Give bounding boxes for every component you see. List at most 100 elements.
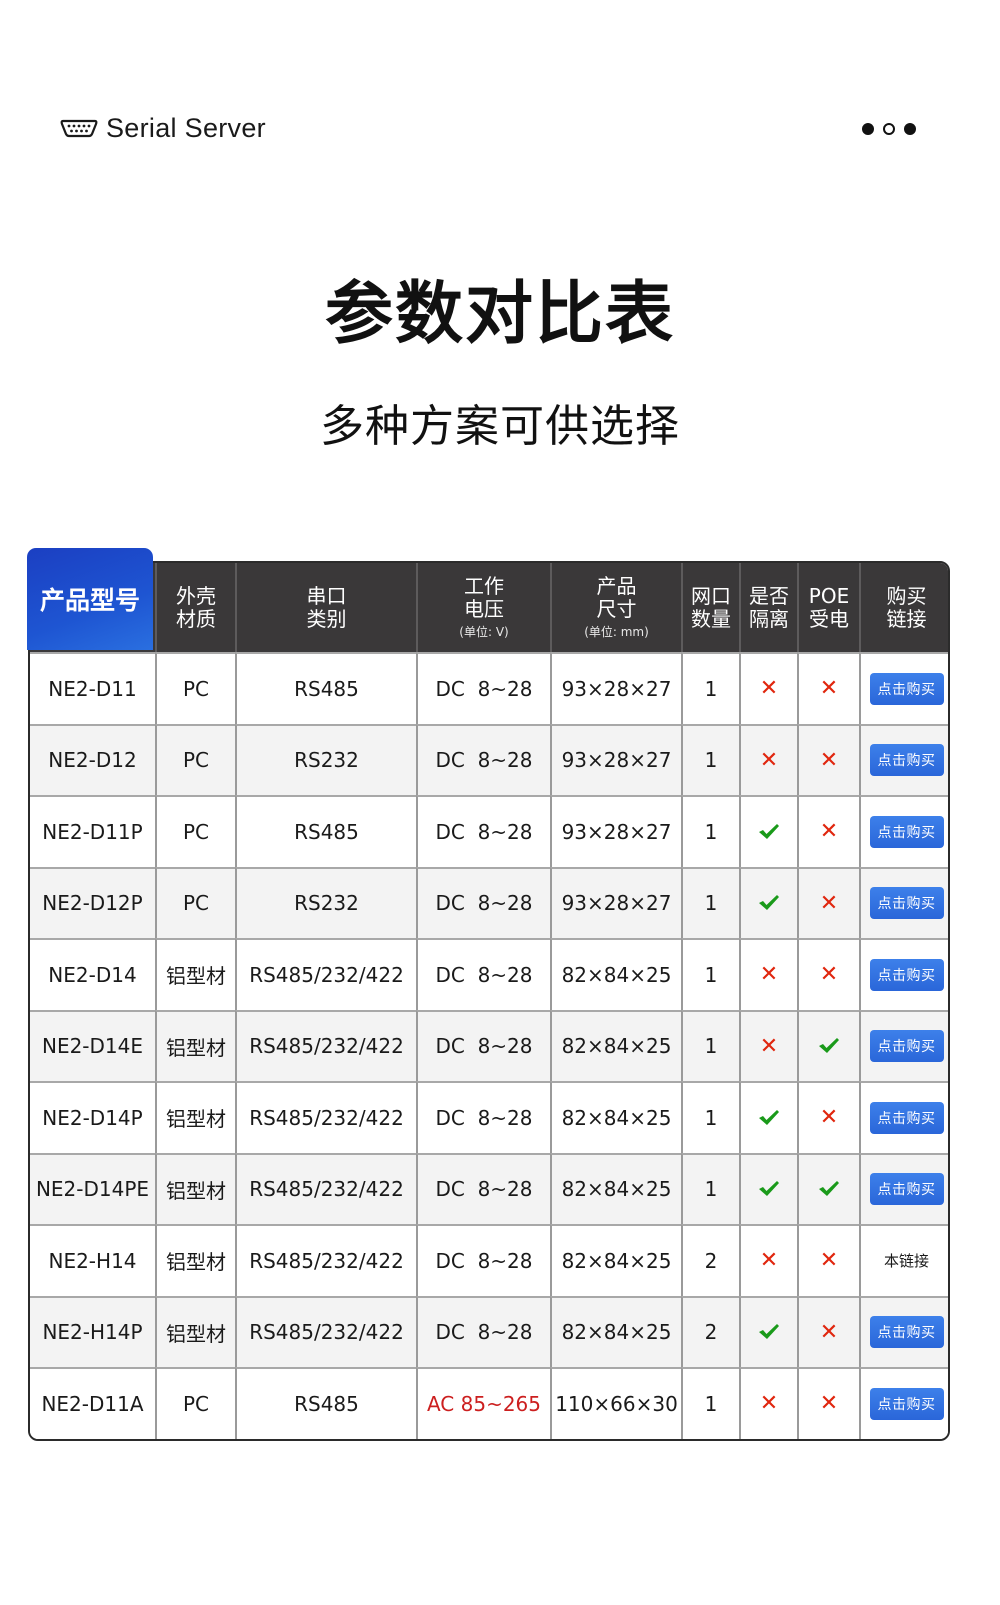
cell-shell: PC <box>155 866 235 938</box>
cell-text: 1 <box>704 748 718 773</box>
buy-button[interactable]: 点击购买 <box>869 1173 944 1206</box>
cell-text: RS485/232/422 <box>249 1320 404 1345</box>
header-poe: POE 受电 <box>797 563 859 652</box>
cross-icon: ✕ <box>759 747 779 773</box>
cell-text: NE2-H14 <box>48 1248 137 1273</box>
cell-size: 110×66×30 <box>550 1367 681 1439</box>
buy-button[interactable]: 点击购买 <box>869 1030 944 1063</box>
cell-buy: 点击购买 <box>859 1009 948 1081</box>
cell-shell: 铝型材 <box>155 1152 235 1224</box>
brand-title: Serial Server <box>106 112 266 143</box>
cell-text: 93×28×27 <box>561 819 672 844</box>
cell-text: 82×84×25 <box>561 962 672 987</box>
cell-ports: 1 <box>681 795 739 867</box>
cell-model: NE2-D14PE <box>30 1152 155 1225</box>
cell-ports: 1 <box>681 1009 739 1081</box>
cell-size: 82×84×25 <box>550 1295 681 1367</box>
buy-button[interactable]: 点击购买 <box>869 1387 944 1420</box>
page-subtitle: 多种方案可供选择 <box>320 401 680 452</box>
cell-text: 铝型材 <box>166 1321 226 1346</box>
cell-buy: 点击购买 <box>859 1367 948 1439</box>
cell-shell: PC <box>155 652 235 724</box>
cell-text: RS485/232/422 <box>249 962 404 987</box>
cell-model: NE2-D12 <box>30 723 155 796</box>
cell-serial: RS485/232/422 <box>235 1081 416 1153</box>
cross-icon: ✕ <box>759 1248 779 1274</box>
table-row: NE2-H14P 铝型材 RS485/232/422 DC 8~28 82×84×25 2… <box>30 1295 948 1367</box>
cell-size: 93×28×27 <box>550 795 681 867</box>
cell-poe: ✕ <box>797 795 859 867</box>
cell-text: DC 8~28 <box>435 1034 533 1059</box>
cell-shell: 铝型材 <box>155 1295 235 1367</box>
cross-icon: ✕ <box>759 1391 779 1417</box>
check-icon <box>759 1181 779 1197</box>
cell-ports: 1 <box>681 1081 739 1153</box>
header-voltage: 工作 电压 (单位: V) <box>416 563 550 652</box>
cross-icon: ✕ <box>819 1391 839 1417</box>
brand-header: Serial Server <box>60 108 266 148</box>
cell-model: NE2-D11P <box>30 795 155 867</box>
cell-text: 铝型材 <box>166 964 226 989</box>
cell-text: NE2-D14PE <box>35 1177 150 1202</box>
table-row: NE2-D12 PC RS232 DC 8~28 93×28×27 1 ✕ ✕ 点击购买 <box>30 723 948 796</box>
cell-isolated <box>739 1081 797 1153</box>
cell-text: 2 <box>704 1248 718 1273</box>
cell-isolated: ✕ <box>739 1367 797 1439</box>
table-row: NE2-D11A PC RS485 AC 85~265 110×66×30 1 ✕ ✕ 点击购买 <box>30 1367 948 1439</box>
check-icon <box>759 895 779 911</box>
cell-text: RS485/232/422 <box>249 1248 404 1273</box>
buy-button[interactable]: 点击购买 <box>869 1316 944 1349</box>
cell-poe: ✕ <box>797 723 859 795</box>
header-label: 产品 <box>596 574 637 598</box>
cell-text: 93×28×27 <box>561 748 672 773</box>
cell-text: NE2-D11A <box>41 1391 144 1416</box>
cell-text: 铝型材 <box>166 1178 226 1203</box>
cell-poe: ✕ <box>797 938 859 1010</box>
pagination-dots-icon <box>862 123 916 135</box>
cell-text: RS485/232/422 <box>249 1034 404 1059</box>
header-label: 电压 <box>464 597 504 621</box>
cross-icon: ✕ <box>819 676 839 702</box>
buy-button[interactable]: 点击购买 <box>869 672 944 705</box>
buy-button[interactable]: 点击购买 <box>869 815 944 848</box>
cell-text: 1 <box>704 676 718 701</box>
cell-text: DC 8~28 <box>435 1105 533 1130</box>
cell-poe: ✕ <box>797 866 859 938</box>
cell-isolated <box>739 1152 797 1224</box>
cell-poe <box>797 1009 859 1081</box>
dot-hollow-icon <box>883 123 895 135</box>
buy-button[interactable]: 点击购买 <box>869 744 944 777</box>
cell-text: RS232 <box>294 748 359 773</box>
cell-text: PC <box>182 819 210 844</box>
cell-serial: RS485/232/422 <box>235 938 416 1010</box>
cell-model: NE2-D14E <box>30 1009 155 1082</box>
cross-icon: ✕ <box>819 747 839 773</box>
cell-text: 铝型材 <box>166 1107 226 1132</box>
buy-button[interactable]: 点击购买 <box>869 1101 944 1134</box>
cell-poe: ✕ <box>797 652 859 724</box>
cell-text: NE2-D12P <box>42 891 143 916</box>
cell-shell: 铝型材 <box>155 1081 235 1153</box>
header-unit: (单位: mm) <box>584 625 649 639</box>
comparison-table: 外壳 材质 串口 类别 工作 电压 (单位: V) 产品 尺寸 (单位: mm) 网口 数量 是否 隔离 P… <box>27 548 950 1441</box>
cell-size: 82×84×25 <box>550 1009 681 1081</box>
header-label: 串口 <box>306 583 347 608</box>
cell-shell: PC <box>155 723 235 795</box>
cell-voltage: AC 85~265 <box>416 1367 550 1439</box>
cell-isolated <box>739 1295 797 1367</box>
buy-button[interactable]: 点击购买 <box>869 887 944 920</box>
cell-serial: RS485/232/422 <box>235 1224 416 1296</box>
cell-text: PC <box>182 891 210 916</box>
cell-text: RS485 <box>294 1391 359 1416</box>
table-row: NE2-D14P 铝型材 RS485/232/422 DC 8~28 82×84×25 1… <box>30 1081 948 1153</box>
buy-button[interactable]: 点击购买 <box>869 958 944 991</box>
cell-buy: 点击购买 <box>859 652 948 724</box>
cell-text: PC <box>182 1391 210 1416</box>
cell-text: 铝型材 <box>166 1250 226 1275</box>
this-link-label: 本链接 <box>883 1252 929 1271</box>
cell-text: DC 8~28 <box>435 962 533 987</box>
cell-shell: 铝型材 <box>155 938 235 1010</box>
cell-serial: RS232 <box>235 866 416 938</box>
cell-text: 1 <box>704 1034 718 1059</box>
cell-text: NE2-H14P <box>42 1320 143 1345</box>
